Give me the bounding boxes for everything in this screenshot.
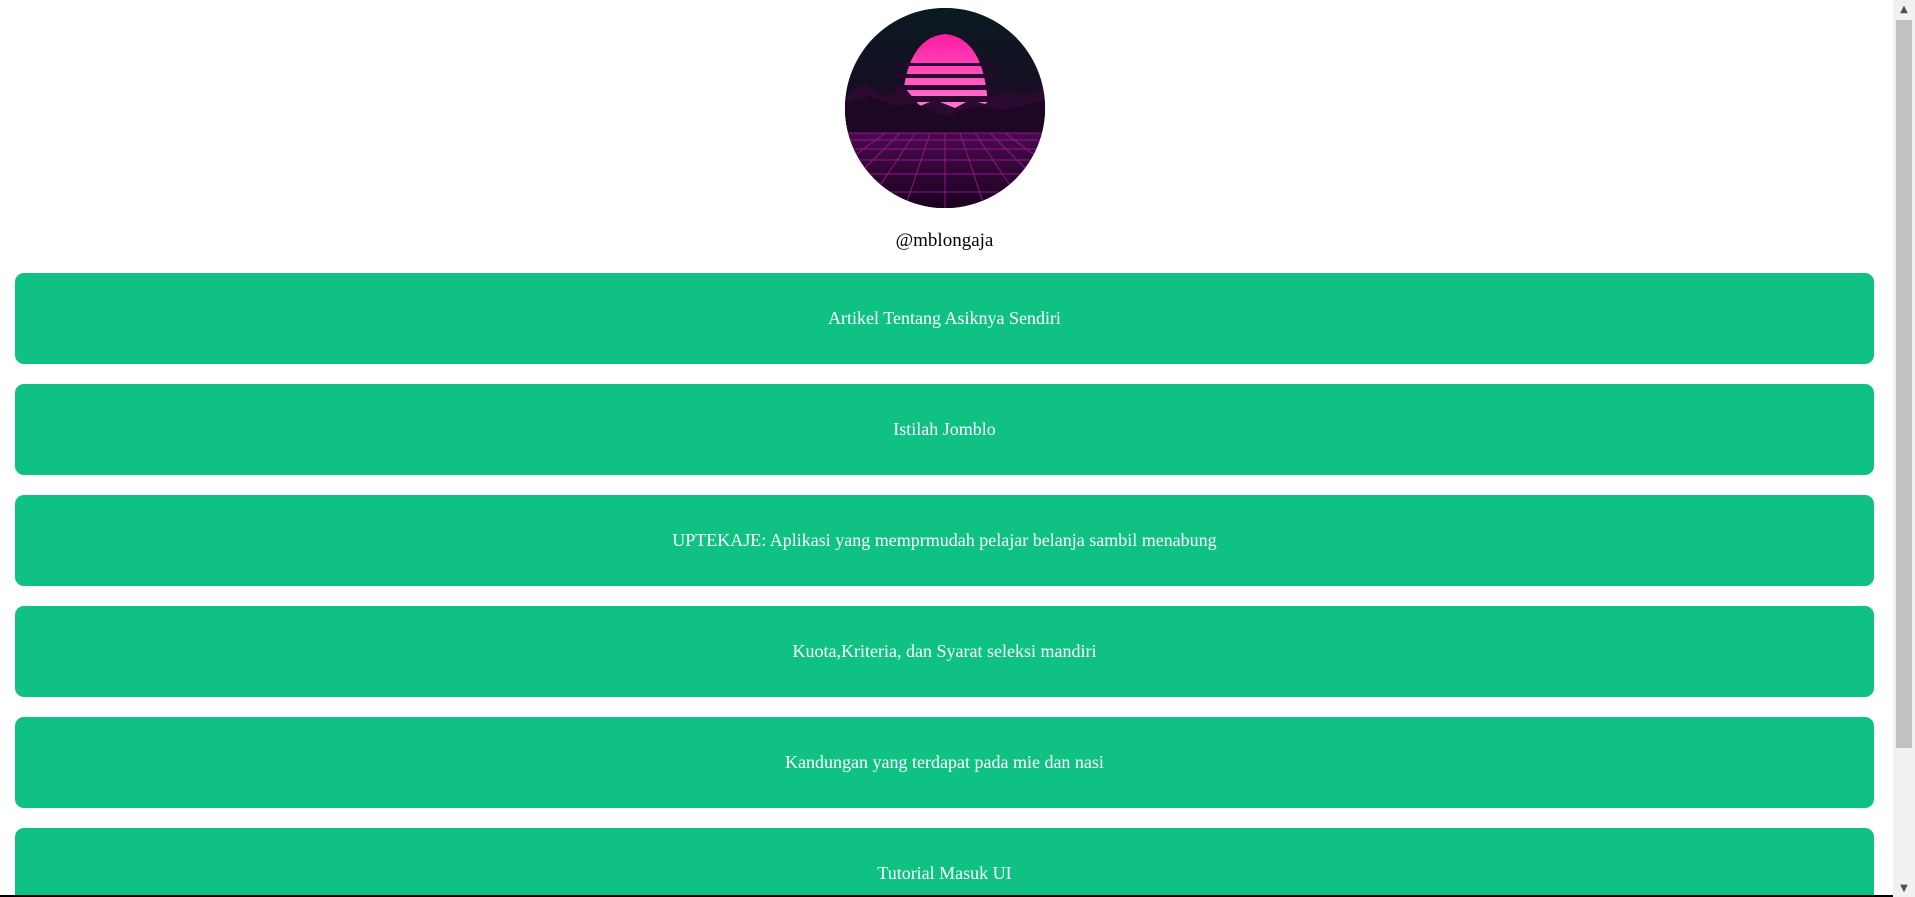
synthwave-sunset-icon (845, 8, 1045, 208)
link-button[interactable]: Artikel Tentang Asiknya Sendiri (15, 273, 1874, 364)
scroll-up-arrow-icon[interactable]: ▲ (1893, 0, 1915, 18)
link-list: Artikel Tentang Asiknya Sendiri Istilah … (15, 273, 1874, 895)
scroll-down-arrow-icon[interactable]: ▼ (1893, 879, 1915, 897)
link-button[interactable]: Tutorial Masuk UI (15, 828, 1874, 895)
link-button[interactable]: UPTEKAJE: Aplikasi yang memprmudah pelaj… (15, 495, 1874, 586)
link-button[interactable]: Istilah Jomblo (15, 384, 1874, 475)
link-button[interactable]: Kuota,Kriteria, dan Syarat seleksi mandi… (15, 606, 1874, 697)
avatar (845, 8, 1045, 208)
vertical-scrollbar[interactable]: ▲ ▼ (1893, 0, 1915, 897)
page: @mblongaja Artikel Tentang Asiknya Sendi… (0, 0, 1915, 897)
scrollbar-thumb[interactable] (1896, 20, 1912, 748)
username: @mblongaja (895, 230, 994, 251)
linktree-content: @mblongaja Artikel Tentang Asiknya Sendi… (0, 0, 1893, 895)
link-button[interactable]: Kandungan yang terdapat pada mie dan nas… (15, 717, 1874, 808)
